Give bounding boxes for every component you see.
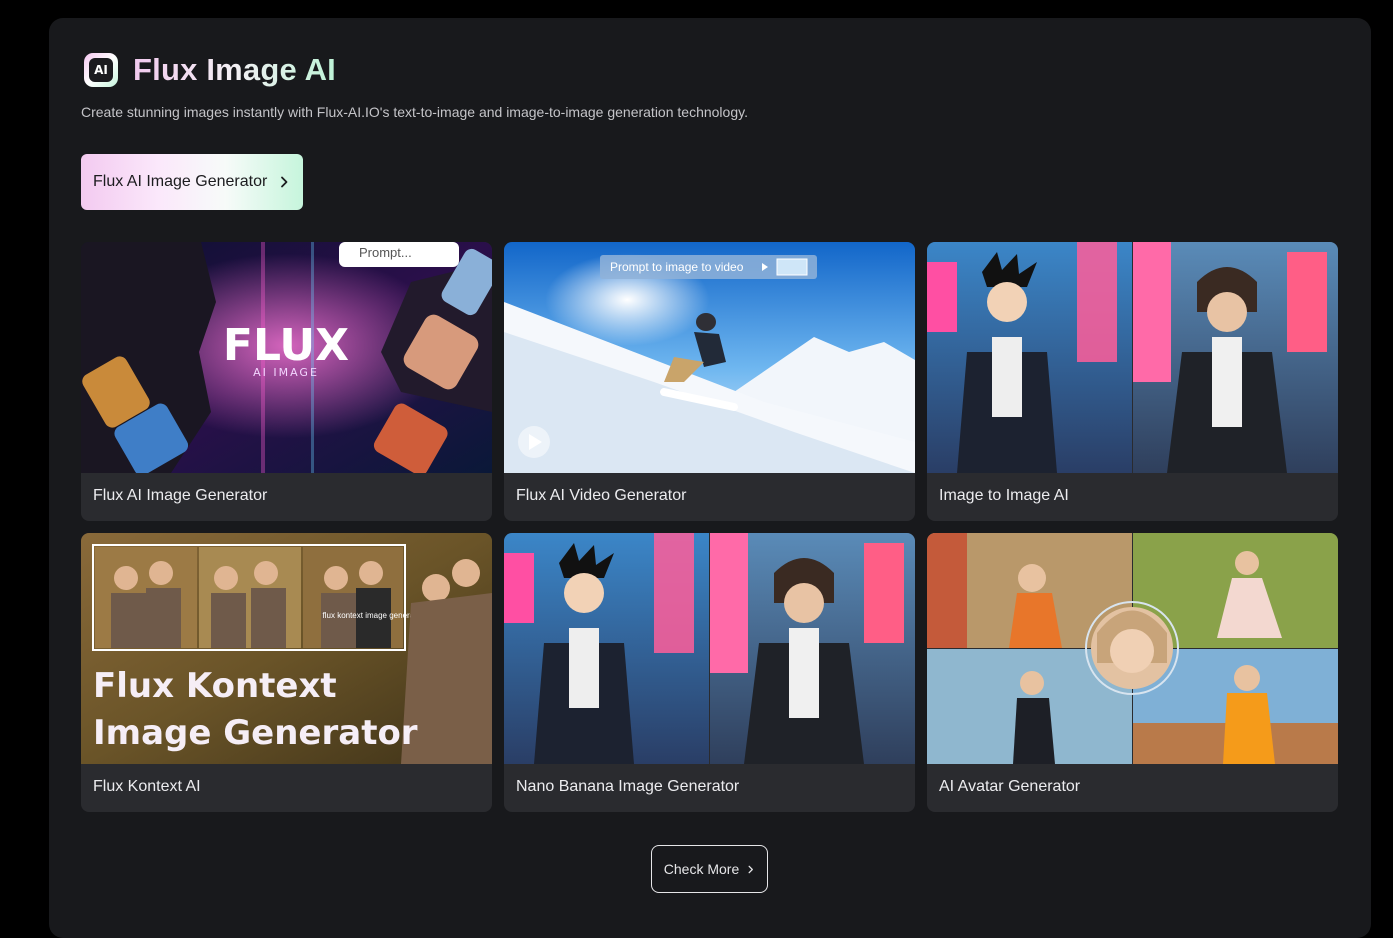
card-thumbnail: Prompt to image to video <box>504 242 915 473</box>
card-thumbnail: Prompt... FLUX AI IMAGE <box>81 242 492 473</box>
card-title: Flux Kontext AI <box>93 778 201 795</box>
page-subtitle: Create stunning images instantly with Fl… <box>81 104 748 120</box>
thumb-flux-text: FLUX <box>223 320 349 371</box>
logo-text: AI <box>89 58 113 82</box>
card-ai-avatar-generator[interactable]: AI Avatar Generator <box>927 533 1338 812</box>
card-image-to-image-ai[interactable]: Image to Image AI <box>927 242 1338 521</box>
card-flux-kontext-ai[interactable]: flux kontext image generator Flux Kontex… <box>81 533 492 812</box>
card-title: AI Avatar Generator <box>939 778 1081 795</box>
chevron-right-icon <box>748 865 754 873</box>
button-label: Flux AI Image Generator <box>93 173 268 190</box>
card-flux-ai-image-generator[interactable]: Prompt... FLUX AI IMAGE Flux AI Image Ge… <box>81 242 492 521</box>
card-thumbnail <box>927 242 1338 473</box>
thumb-ai-image-text: AI IMAGE <box>253 366 319 379</box>
thumb-prompt-text: Prompt to image to video <box>610 260 744 274</box>
card-thumbnail: flux kontext image generator Flux Kontex… <box>81 533 492 764</box>
flux-ai-image-generator-button[interactable]: Flux AI Image Generator <box>81 154 303 210</box>
ai-logo-icon: AI <box>84 53 118 87</box>
chevron-right-icon <box>281 176 288 188</box>
card-title: Nano Banana Image Generator <box>516 778 740 795</box>
card-nano-banana-image-generator[interactable]: Nano Banana Image Generator <box>504 533 915 812</box>
check-more-button[interactable]: Check More <box>651 845 768 893</box>
card-thumbnail <box>927 533 1338 764</box>
thumb-prompt-text: Prompt... <box>359 245 412 260</box>
header: AI Flux Image AI <box>84 52 336 88</box>
thumb-title-line2: Image Generator <box>93 713 418 753</box>
card-title: Flux AI Video Generator <box>516 487 687 504</box>
thumb-title-line1: Flux Kontext <box>93 666 337 706</box>
card-title: Image to Image AI <box>939 487 1069 504</box>
card-thumbnail <box>504 533 915 764</box>
page-title: Flux Image AI <box>133 52 336 87</box>
check-more-label: Check More <box>663 861 740 877</box>
thumb-shirt-text: flux kontext image generator <box>323 611 424 620</box>
card-title: Flux AI Image Generator <box>93 487 268 504</box>
card-flux-ai-video-generator[interactable]: Prompt to image to video Flux AI Video G… <box>504 242 915 521</box>
